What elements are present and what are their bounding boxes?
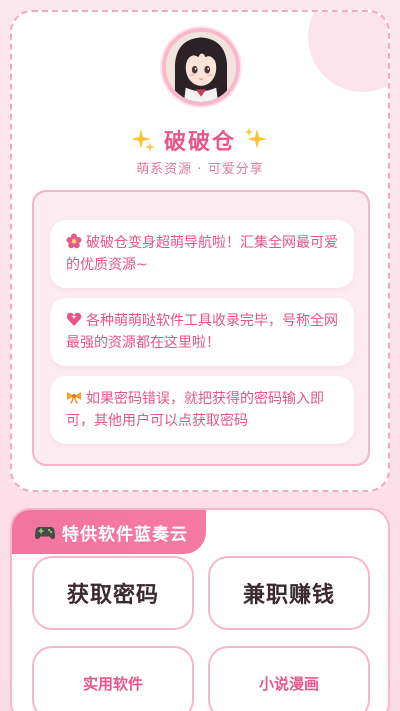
notice-item: 破破仓变身超萌导航啦！汇集全网最可爱的优质资源~ bbox=[50, 220, 354, 288]
novel-comics-button[interactable]: 小说漫画 bbox=[208, 646, 370, 711]
part-time-earn-button[interactable]: 兼职赚钱 bbox=[208, 556, 370, 630]
panel-tag-label: 特供软件蓝奏云 bbox=[62, 524, 188, 545]
notice-text: 破破仓变身超萌导航啦！汇集全网最可爱的优质资源~ bbox=[66, 235, 338, 273]
part-time-earn-label: 兼职赚钱 bbox=[242, 583, 335, 608]
get-password-button[interactable]: 获取密码 bbox=[32, 556, 194, 630]
notice-item: 各种萌萌哒软件工具收录完毕，号称全网最强的资源都在这里啦！ bbox=[50, 298, 354, 366]
page: 破破仓 萌系资源 · 可爱分享 破破仓变身超萌导航啦！汇集全网最可爱的优质资源~ bbox=[0, 0, 400, 711]
gamepad-icon bbox=[35, 527, 55, 539]
ribbon-icon bbox=[67, 392, 81, 404]
sparkling-heart-icon bbox=[66, 312, 82, 326]
site-title: 破破仓 bbox=[163, 130, 236, 155]
site-subtitle: 萌系资源 · 可爱分享 bbox=[136, 162, 264, 177]
software-panel: 特供软件蓝奏云 获取密码 兼职赚钱 实用软件 小说漫画 bbox=[10, 508, 390, 711]
panel-tag: 特供软件蓝奏云 bbox=[12, 510, 206, 554]
utility-software-button[interactable]: 实用软件 bbox=[32, 646, 194, 711]
utility-software-label: 实用软件 bbox=[82, 674, 143, 693]
avatar[interactable] bbox=[162, 28, 240, 106]
notice-text: 如果密码错误，就把获得的密码输入即可，其他用户可以点获取密码 bbox=[66, 391, 324, 429]
notice-box: 破破仓变身超萌导航啦！汇集全网最可爱的优质资源~ 各种萌萌哒软件工具收录完毕，号… bbox=[32, 190, 370, 466]
profile-card: 破破仓 萌系资源 · 可爱分享 破破仓变身超萌导航啦！汇集全网最可爱的优质资源~ bbox=[10, 10, 390, 492]
sparkle-icon bbox=[130, 129, 155, 152]
flower-icon bbox=[66, 233, 82, 249]
novel-comics-label: 小说漫画 bbox=[258, 674, 319, 693]
corner-decoration bbox=[308, 12, 388, 92]
sparkle-icon bbox=[245, 128, 267, 149]
anime-girl-avatar-icon bbox=[166, 32, 236, 102]
get-password-label: 获取密码 bbox=[66, 583, 159, 608]
notice-item: 如果密码错误，就把获得的密码输入即可，其他用户可以点获取密码 bbox=[50, 376, 354, 444]
notice-text: 各种萌萌哒软件工具收录完毕，号称全网最强的资源都在这里啦！ bbox=[66, 313, 338, 351]
title-row: 破破仓 bbox=[12, 124, 388, 156]
